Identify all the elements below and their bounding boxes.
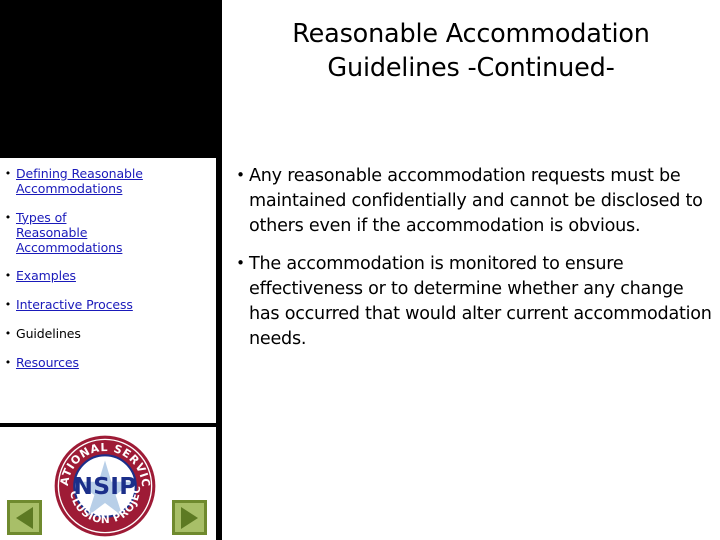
sidebar-item-label[interactable]: Defining Reasonable Accommodations (16, 166, 212, 197)
page-title-line-2: Guidelines -Continued- (327, 52, 615, 83)
list-item: • The accommodation is monitored to ensu… (232, 252, 714, 352)
list-item-text: The accommodation is monitored to ensure… (249, 253, 712, 349)
sidebar-item-types-of-reasonable-accommodations[interactable]: • Types of Reasonable Accommodations (0, 210, 212, 256)
sidebar-item-interactive-process[interactable]: • Interactive Process (0, 297, 212, 313)
sidebar: • Defining Reasonable Accommodations • T… (0, 0, 216, 540)
sidebar-footer: NATIONAL SERVICE INCLUSION PROJECT NSIP (0, 427, 216, 540)
bullet-icon: • (4, 167, 12, 180)
page-title-line-1: Reasonable Accommodation (292, 19, 650, 49)
bullet-icon: • (4, 356, 12, 370)
sidebar-item-label: Guidelines (16, 326, 81, 342)
svg-text:NSIP: NSIP (73, 473, 136, 500)
main-content: Reasonable Accommodation Guidelines -Con… (222, 0, 720, 540)
bullet-icon: • (4, 298, 12, 312)
body-bullet-list: • Any reasonable accommodation requests … (232, 164, 714, 365)
bullet-icon: • (236, 253, 245, 272)
sidebar-item-label[interactable]: Examples (16, 268, 212, 283)
sidebar-item-label[interactable]: Interactive Process (16, 297, 212, 312)
sidebar-item-label[interactable]: Resources (16, 355, 212, 370)
nsip-logo-icon: NATIONAL SERVICE INCLUSION PROJECT NSIP (52, 433, 157, 538)
bullet-icon: • (4, 327, 12, 341)
triangle-left-icon (16, 506, 33, 529)
page-title: Reasonable Accommodation Guidelines -Con… (228, 18, 714, 85)
previous-slide-button[interactable] (7, 500, 42, 535)
bullet-icon: • (236, 166, 245, 184)
sidebar-item-guidelines[interactable]: • Guidelines (0, 326, 212, 342)
triangle-right-icon (181, 506, 198, 529)
bullet-icon: • (4, 210, 12, 224)
list-item-text: Any reasonable accommodation requests mu… (249, 166, 703, 236)
sidebar-item-resources[interactable]: • Resources (0, 355, 212, 371)
next-slide-button[interactable] (172, 500, 207, 535)
list-item: • Any reasonable accommodation requests … (232, 164, 714, 239)
sidebar-item-defining-reasonable-accommodations[interactable]: • Defining Reasonable Accommodations (0, 166, 212, 197)
sidebar-item-examples[interactable]: • Examples (0, 268, 212, 284)
sidebar-item-label[interactable]: Types of Reasonable Accommodations (16, 210, 122, 256)
sidebar-header-block (0, 0, 216, 158)
presentation-slide: • Defining Reasonable Accommodations • T… (0, 0, 720, 540)
sidebar-nav-list: • Defining Reasonable Accommodations • T… (0, 158, 216, 423)
bullet-icon: • (4, 269, 12, 283)
